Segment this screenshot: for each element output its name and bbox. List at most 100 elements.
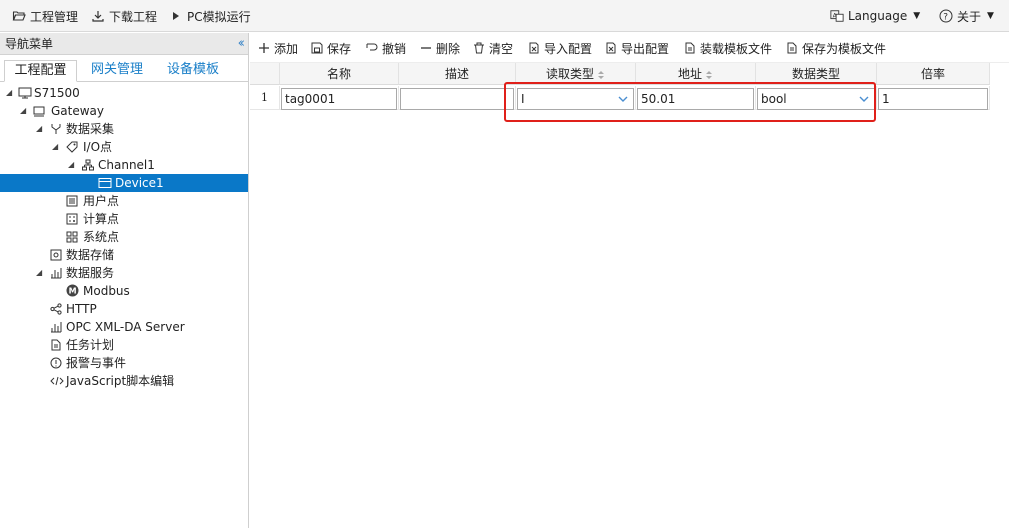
nav-title: 导航菜单 <box>5 37 54 51</box>
expand-arrow-icon[interactable]: ◢ <box>20 102 28 120</box>
nav-tabs: 工程配置 网关管理 设备模板 <box>0 55 248 82</box>
table-cell-data-type[interactable]: bool <box>756 86 877 110</box>
delete-label: 删除 <box>436 41 461 56</box>
minus-icon <box>421 47 431 49</box>
expand-arrow-icon[interactable]: ◢ <box>52 138 60 156</box>
column-header-name[interactable]: 名称 <box>280 63 399 85</box>
tree-label-alarm: 报警与事件 <box>66 356 127 370</box>
expand-arrow-icon[interactable]: ◢ <box>68 156 76 174</box>
tab-device-template[interactable]: 设备模板 <box>160 60 226 82</box>
caret-down-icon: ▼ <box>987 11 994 21</box>
about-menu[interactable]: ? 关于 ▼ <box>939 0 994 32</box>
sort-icon[interactable] <box>705 70 713 80</box>
storage-icon <box>50 249 62 261</box>
sort-icon[interactable] <box>597 70 605 80</box>
network-icon <box>82 159 94 171</box>
document-icon <box>787 42 797 54</box>
undo-label: 撤销 <box>382 41 407 56</box>
column-header-ratio[interactable]: 倍率 <box>877 63 990 85</box>
save-template-button[interactable]: 保存为模板文件 <box>786 39 886 57</box>
data-type-value: bool <box>761 92 787 106</box>
tree-node-device[interactable]: Device1 <box>0 174 248 192</box>
tree-label-user-points: 用户点 <box>83 194 120 208</box>
main-content: 添加 保存 撤销 删除 清空 导入配置 导出配置 装载模板文件 保存为模板文件 … <box>250 33 1009 528</box>
download-project-label: 下载工程 <box>109 9 158 24</box>
chevron-down-icon[interactable] <box>859 95 869 103</box>
table-cell-read-type[interactable]: I <box>516 86 636 110</box>
tree-node-user-points[interactable]: 用户点 <box>0 192 248 210</box>
column-header-description[interactable]: 描述 <box>399 63 516 85</box>
modbus-icon: M <box>66 284 79 297</box>
chevron-down-icon[interactable] <box>618 95 628 103</box>
table-cell-description[interactable] <box>399 86 516 110</box>
add-button[interactable]: 添加 <box>258 39 298 57</box>
caret-down-icon: ▼ <box>913 11 921 21</box>
ratio-input[interactable]: 1 <box>878 88 988 110</box>
tree-node-alarm[interactable]: 报警与事件 <box>0 354 248 372</box>
table-cell-address[interactable]: 50.01 <box>636 86 756 110</box>
code-icon <box>50 376 64 386</box>
load-template-button[interactable]: 装载模板文件 <box>684 39 772 57</box>
bar-chart-icon <box>51 322 62 333</box>
undo-button[interactable]: 撤销 <box>366 39 406 57</box>
alert-circle-icon <box>50 357 62 369</box>
language-menu[interactable]: A Language ▼ <box>830 0 920 32</box>
column-header-address[interactable]: 地址 <box>636 63 756 85</box>
expand-arrow-icon[interactable]: ◢ <box>6 84 14 102</box>
tree-node-opc[interactable]: OPC XML-DA Server <box>0 318 248 336</box>
language-label: Language <box>848 9 908 23</box>
tree-label-opc: OPC XML-DA Server <box>66 320 185 334</box>
import-config-button[interactable]: 导入配置 <box>528 39 592 57</box>
tag-icon <box>66 141 78 153</box>
save-template-label: 保存为模板文件 <box>802 41 887 56</box>
table-cell-name[interactable]: tag0001 <box>280 86 399 110</box>
top-menubar: 工程管理 下载工程 PC模拟运行 A Language ▼ ? 关于 ▼ <box>0 0 1009 32</box>
tree-node-data-service[interactable]: ◢ 数据服务 <box>0 264 248 282</box>
project-tree: ◢ S71500 ◢ Gateway ◢ 数据采集 ◢ I/O点 ◢ Chann… <box>0 82 248 390</box>
tab-gateway-management[interactable]: 网关管理 <box>84 60 150 82</box>
tree-node-system-points[interactable]: 系统点 <box>0 228 248 246</box>
column-header-read-type[interactable]: 读取类型 <box>516 63 636 85</box>
clear-label: 清空 <box>489 41 514 56</box>
tree-node-data-storage[interactable]: 数据存储 <box>0 246 248 264</box>
tree-node-script[interactable]: JavaScript脚本编辑 <box>0 372 248 390</box>
tree-node-gateway[interactable]: ◢ Gateway <box>0 102 248 120</box>
share-icon <box>50 303 62 315</box>
calculator-icon <box>66 213 78 225</box>
column-header-label: 读取类型 <box>545 67 594 81</box>
pc-simulate-button[interactable]: PC模拟运行 <box>169 0 251 32</box>
project-menu[interactable]: 工程管理 <box>12 0 78 32</box>
tree-node-http[interactable]: HTTP <box>0 300 248 318</box>
document-icon <box>51 339 61 351</box>
tab-project-config[interactable]: 工程配置 <box>4 60 77 82</box>
expand-arrow-icon[interactable]: ◢ <box>36 120 44 138</box>
save-button[interactable]: 保存 <box>311 39 351 57</box>
expand-arrow-icon[interactable]: ◢ <box>36 264 44 282</box>
language-icon: A <box>830 9 844 23</box>
name-input[interactable]: tag0001 <box>281 88 397 110</box>
tree-label-data-collection: 数据采集 <box>66 122 115 136</box>
column-header-data-type[interactable]: 数据类型 <box>756 63 877 85</box>
column-header-label: 地址 <box>677 67 702 81</box>
read-type-select[interactable]: I <box>517 88 634 110</box>
tree-node-modbus[interactable]: M Modbus <box>0 282 248 300</box>
clear-button[interactable]: 清空 <box>473 39 513 57</box>
delete-button[interactable]: 删除 <box>420 39 460 57</box>
address-input[interactable]: 50.01 <box>637 88 754 110</box>
tree-node-root[interactable]: ◢ S71500 <box>0 84 248 102</box>
tree-node-io-points[interactable]: ◢ I/O点 <box>0 138 248 156</box>
navigation-panel: 导航菜单 ‹‹ 工程配置 网关管理 设备模板 ◢ S71500 ◢ Gatewa… <box>0 33 249 528</box>
column-header-label: 数据类型 <box>791 67 840 81</box>
collapse-left-icon[interactable]: ‹‹ <box>238 36 246 51</box>
row-number-header <box>250 63 280 85</box>
tree-node-calc-points[interactable]: 计算点 <box>0 210 248 228</box>
tree-node-channel[interactable]: ◢ Channel1 <box>0 156 248 174</box>
download-project-button[interactable]: 下载工程 <box>91 0 157 32</box>
tree-node-data-collection[interactable]: ◢ 数据采集 <box>0 120 248 138</box>
description-input[interactable] <box>400 88 514 110</box>
tree-node-task[interactable]: 任务计划 <box>0 336 248 354</box>
export-config-button[interactable]: 导出配置 <box>605 39 669 57</box>
data-type-select[interactable]: bool <box>757 88 875 110</box>
load-template-label: 装载模板文件 <box>700 41 773 56</box>
table-cell-ratio[interactable]: 1 <box>877 86 990 110</box>
